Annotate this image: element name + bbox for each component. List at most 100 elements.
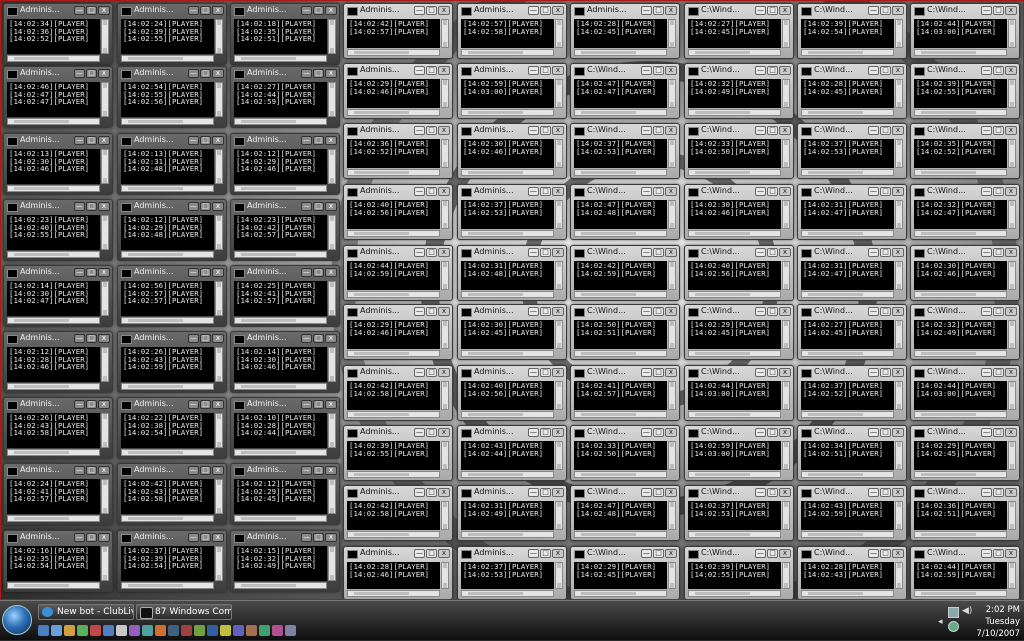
close-icon[interactable]: x bbox=[892, 6, 904, 15]
vertical-scrollbar[interactable] bbox=[555, 139, 563, 168]
maximize-icon[interactable]: □ bbox=[767, 187, 778, 196]
vertical-scrollbar[interactable] bbox=[328, 281, 336, 316]
console-output[interactable]: [14:02:23][PLAYER] [14:02:42][PLAYER] [14:… bbox=[234, 215, 327, 250]
close-icon[interactable]: x bbox=[892, 307, 904, 316]
minimize-icon[interactable]: — bbox=[755, 368, 766, 377]
clock-day[interactable]: Tuesday bbox=[950, 617, 1020, 627]
console-output[interactable]: [14:02:15][PLAYER] [14:02:32][PLAYER] [14:… bbox=[234, 546, 327, 581]
quick-launch-icon[interactable] bbox=[168, 625, 179, 636]
window-titlebar[interactable]: C:\Wind... — □ x bbox=[798, 4, 906, 18]
maximize-icon[interactable]: □ bbox=[993, 307, 1004, 316]
console-output[interactable]: [14:02:18][PLAYER] [14:02:35][PLAYER] [14:… bbox=[234, 19, 327, 54]
horizontal-scrollbar[interactable] bbox=[347, 109, 440, 116]
horizontal-scrollbar[interactable] bbox=[574, 590, 667, 597]
horizontal-scrollbar[interactable] bbox=[574, 471, 667, 478]
minimize-icon[interactable]: — bbox=[301, 400, 312, 409]
vertical-scrollbar[interactable] bbox=[555, 562, 563, 589]
close-icon[interactable]: x bbox=[552, 248, 564, 257]
window-titlebar[interactable]: C:\Wind... — □ x bbox=[911, 366, 1019, 380]
window-titlebar[interactable]: C:\Wind... — □ x bbox=[798, 305, 906, 319]
window-titlebar[interactable]: Adminis... — □ x bbox=[458, 185, 566, 199]
vertical-scrollbar[interactable] bbox=[101, 19, 109, 54]
window-titlebar[interactable]: C:\Wind... — □ x bbox=[571, 124, 679, 138]
console-window[interactable]: C:\Wind... — □ x [14:02:44][PLAYER] [14:03:00… bbox=[910, 365, 1020, 421]
console-output[interactable]: [14:02:27][PLAYER] [14:02:44][PLAYER] [14:… bbox=[234, 82, 327, 117]
minimize-icon[interactable]: — bbox=[868, 307, 879, 316]
console-window[interactable]: C:\Wind... — □ x [14:02:37][PLAYER] [14:02:53… bbox=[684, 485, 794, 541]
vertical-scrollbar[interactable] bbox=[782, 79, 790, 108]
close-icon[interactable]: x bbox=[325, 6, 337, 15]
maximize-icon[interactable]: □ bbox=[653, 126, 664, 135]
console-output[interactable]: [14:02:56][PLAYER] [14:02:57][PLAYER] [14:… bbox=[121, 281, 214, 316]
clock-time[interactable]: 2:02 PM bbox=[950, 605, 1020, 615]
quick-launch-icon[interactable] bbox=[77, 625, 88, 636]
minimize-icon[interactable]: — bbox=[301, 533, 312, 542]
horizontal-scrollbar[interactable] bbox=[121, 515, 214, 522]
console-window[interactable]: Adminis... — □ x [14:02:29][PLAYER] [14:02:46… bbox=[343, 63, 453, 119]
vertical-scrollbar[interactable] bbox=[668, 320, 676, 349]
maximize-icon[interactable]: □ bbox=[86, 466, 97, 475]
console-window[interactable]: Adminis... — □ x [14:02:36][PLAYER] [14:02:52… bbox=[343, 123, 453, 179]
horizontal-scrollbar[interactable] bbox=[574, 350, 667, 357]
console-output[interactable]: [14:02:36][PLAYER] [14:02:52][PLAYER] bbox=[347, 139, 440, 168]
minimize-icon[interactable]: — bbox=[301, 334, 312, 343]
minimize-icon[interactable]: — bbox=[74, 334, 85, 343]
minimize-icon[interactable]: — bbox=[641, 549, 652, 558]
vertical-scrollbar[interactable] bbox=[215, 479, 223, 514]
close-icon[interactable]: x bbox=[779, 368, 791, 377]
maximize-icon[interactable]: □ bbox=[86, 69, 97, 78]
window-titlebar[interactable]: C:\Wind... — □ x bbox=[571, 426, 679, 440]
close-icon[interactable]: x bbox=[98, 466, 110, 475]
maximize-icon[interactable]: □ bbox=[313, 400, 324, 409]
maximize-icon[interactable]: □ bbox=[653, 248, 664, 257]
console-window[interactable]: Adminis... — □ x [14:02:42][PLAYER] [14:02:58… bbox=[343, 485, 453, 541]
console-window[interactable]: C:\Wind... — □ x [14:02:32][PLAYER] [14:02:49… bbox=[910, 304, 1020, 360]
window-titlebar[interactable]: Adminis... — □ x bbox=[231, 266, 339, 280]
window-titlebar[interactable]: Adminis... — □ x bbox=[118, 200, 226, 214]
window-titlebar[interactable]: C:\Wind... — □ x bbox=[685, 185, 793, 199]
console-window[interactable]: Adminis... — □ x [14:02:34][PLAYER] [14:02:36… bbox=[3, 3, 113, 65]
console-window[interactable]: C:\Wind... — □ x [14:02:40][PLAYER] [14:02:56… bbox=[684, 245, 794, 301]
console-output[interactable]: [14:02:44][PLAYER] [14:02:59][PLAYER] bbox=[914, 562, 1007, 589]
maximize-icon[interactable]: □ bbox=[880, 248, 891, 257]
console-output[interactable]: [14:02:30][PLAYER] [14:02:46][PLAYER] bbox=[914, 261, 1007, 290]
vertical-scrollbar[interactable] bbox=[441, 200, 449, 229]
window-titlebar[interactable]: C:\Wind... — □ x bbox=[571, 64, 679, 78]
console-window[interactable]: Adminis... — □ x [14:02:24][PLAYER] [14:02:39… bbox=[117, 3, 227, 65]
close-icon[interactable]: x bbox=[665, 428, 677, 437]
console-output[interactable]: [14:02:22][PLAYER] [14:02:38][PLAYER] [14:… bbox=[121, 413, 214, 448]
maximize-icon[interactable]: □ bbox=[86, 202, 97, 211]
horizontal-scrollbar[interactable] bbox=[461, 590, 554, 597]
console-output[interactable]: [14:02:31][PLAYER] [14:02:47][PLAYER] bbox=[801, 261, 894, 290]
quick-launch-icon[interactable] bbox=[194, 625, 205, 636]
minimize-icon[interactable]: — bbox=[755, 428, 766, 437]
minimize-icon[interactable]: — bbox=[528, 66, 539, 75]
window-titlebar[interactable]: Adminis... — □ x bbox=[458, 246, 566, 260]
horizontal-scrollbar[interactable] bbox=[234, 251, 327, 258]
close-icon[interactable]: x bbox=[779, 6, 791, 15]
window-titlebar[interactable]: Adminis... — □ x bbox=[458, 305, 566, 319]
maximize-icon[interactable]: □ bbox=[200, 268, 211, 277]
close-icon[interactable]: x bbox=[98, 6, 110, 15]
console-window[interactable]: C:\Wind... — □ x [14:02:32][PLAYER] [14:02:47… bbox=[910, 184, 1020, 240]
window-titlebar[interactable]: C:\Wind... — □ x bbox=[911, 486, 1019, 500]
horizontal-scrollbar[interactable] bbox=[121, 251, 214, 258]
horizontal-scrollbar[interactable] bbox=[121, 449, 214, 456]
minimize-icon[interactable]: — bbox=[755, 549, 766, 558]
console-window[interactable]: Adminis... — □ x [14:02:12][PLAYER] [14:02:29… bbox=[230, 463, 340, 525]
minimize-icon[interactable]: — bbox=[981, 428, 992, 437]
console-output[interactable]: [14:02:37][PLAYER] [14:02:53][PLAYER] bbox=[461, 562, 554, 589]
window-titlebar[interactable]: Adminis... — □ x bbox=[344, 185, 452, 199]
horizontal-scrollbar[interactable] bbox=[801, 471, 894, 478]
close-icon[interactable]: x bbox=[98, 202, 110, 211]
console-window[interactable]: Adminis... — □ x [14:02:23][PLAYER] [14:02:40… bbox=[3, 199, 113, 261]
vertical-scrollbar[interactable] bbox=[328, 149, 336, 184]
horizontal-scrollbar[interactable] bbox=[7, 383, 100, 390]
horizontal-scrollbar[interactable] bbox=[574, 169, 667, 176]
window-titlebar[interactable]: Adminis... — □ x bbox=[231, 67, 339, 81]
console-output[interactable]: [14:02:39][PLAYER] [14:02:55][PLAYER] bbox=[347, 441, 440, 470]
close-icon[interactable]: x bbox=[665, 307, 677, 316]
console-window[interactable]: C:\Wind... — □ x [14:02:37][PLAYER] [14:02:53… bbox=[570, 123, 680, 179]
minimize-icon[interactable]: — bbox=[414, 248, 425, 257]
horizontal-scrollbar[interactable] bbox=[801, 291, 894, 298]
